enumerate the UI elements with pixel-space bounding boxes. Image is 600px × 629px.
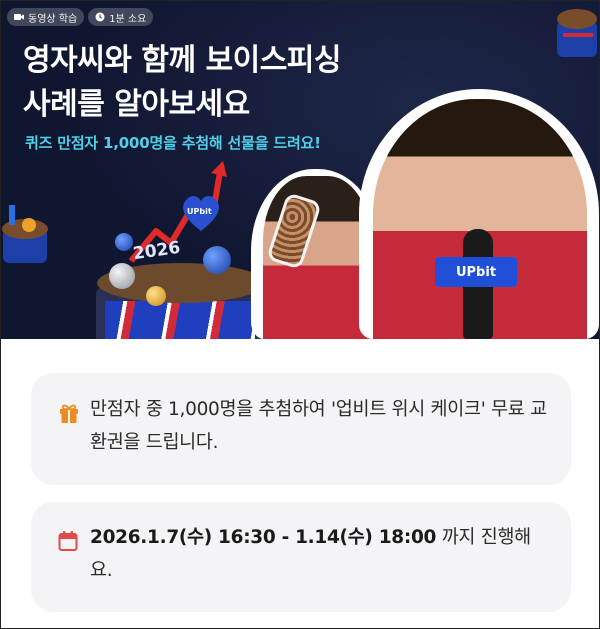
balloon-brand: UPbit	[187, 207, 212, 216]
cake-stripe	[105, 301, 255, 339]
hero-title: 영자씨와 함께 보이스피싱 사례를 알아보세요	[23, 39, 342, 127]
mic-flag: UPbit	[435, 257, 517, 287]
gift-icon	[58, 402, 80, 428]
video-camera-icon	[14, 13, 24, 21]
prize-info-text: 만점자 중 1,000명을 추첨하여 '업비트 위시 케이크' 무료 교환권을 …	[90, 399, 547, 453]
video-duration-badge: 동영상 학습	[7, 8, 85, 26]
calendar-icon	[58, 530, 78, 556]
prize-info-card: 만점자 중 1,000명을 추첨하여 '업비트 위시 케이크' 무료 교환권을 …	[31, 373, 571, 485]
ornament-silver	[109, 263, 135, 289]
badge-label: 1분 소요	[109, 13, 147, 25]
hero-banner: 동영상 학습 1분 소요 영자씨와 함께 보이스피싱 사례를 알아보세요 퀴즈 …	[1, 1, 599, 339]
clock-icon	[95, 12, 105, 22]
period-info-text: 2026.1.7(수) 16:30 - 1.14(수) 18:00 까지 진행해…	[90, 521, 547, 587]
event-period: 2026.1.7(수) 16:30 - 1.14(수) 18:00	[90, 527, 437, 548]
ornament-gold	[146, 286, 166, 306]
hero-subtitle: 퀴즈 만점자 1,000명을 추첨해 선물을 드려요!	[25, 134, 321, 152]
cake-decoration-left	[2, 205, 48, 263]
badge-row: 동영상 학습 1분 소요	[7, 8, 154, 26]
time-badge: 1분 소요	[88, 8, 154, 26]
period-info-card: 2026.1.7(수) 16:30 - 1.14(수) 18:00 까지 진행해…	[31, 502, 571, 612]
ornament-blue-small	[115, 233, 133, 251]
event-page: 동영상 학습 1분 소요 영자씨와 함께 보이스피싱 사례를 알아보세요 퀴즈 …	[0, 0, 600, 629]
hero-title-line2: 사례를 알아보세요	[23, 87, 250, 122]
cake-decoration-right	[557, 9, 597, 57]
hero-title-line1: 영자씨와 함께 보이스피싱	[23, 43, 342, 78]
ornament-blue	[203, 246, 231, 274]
badge-label: 동영상 학습	[28, 13, 78, 25]
mic-brand-label: UPbit	[455, 264, 497, 280]
